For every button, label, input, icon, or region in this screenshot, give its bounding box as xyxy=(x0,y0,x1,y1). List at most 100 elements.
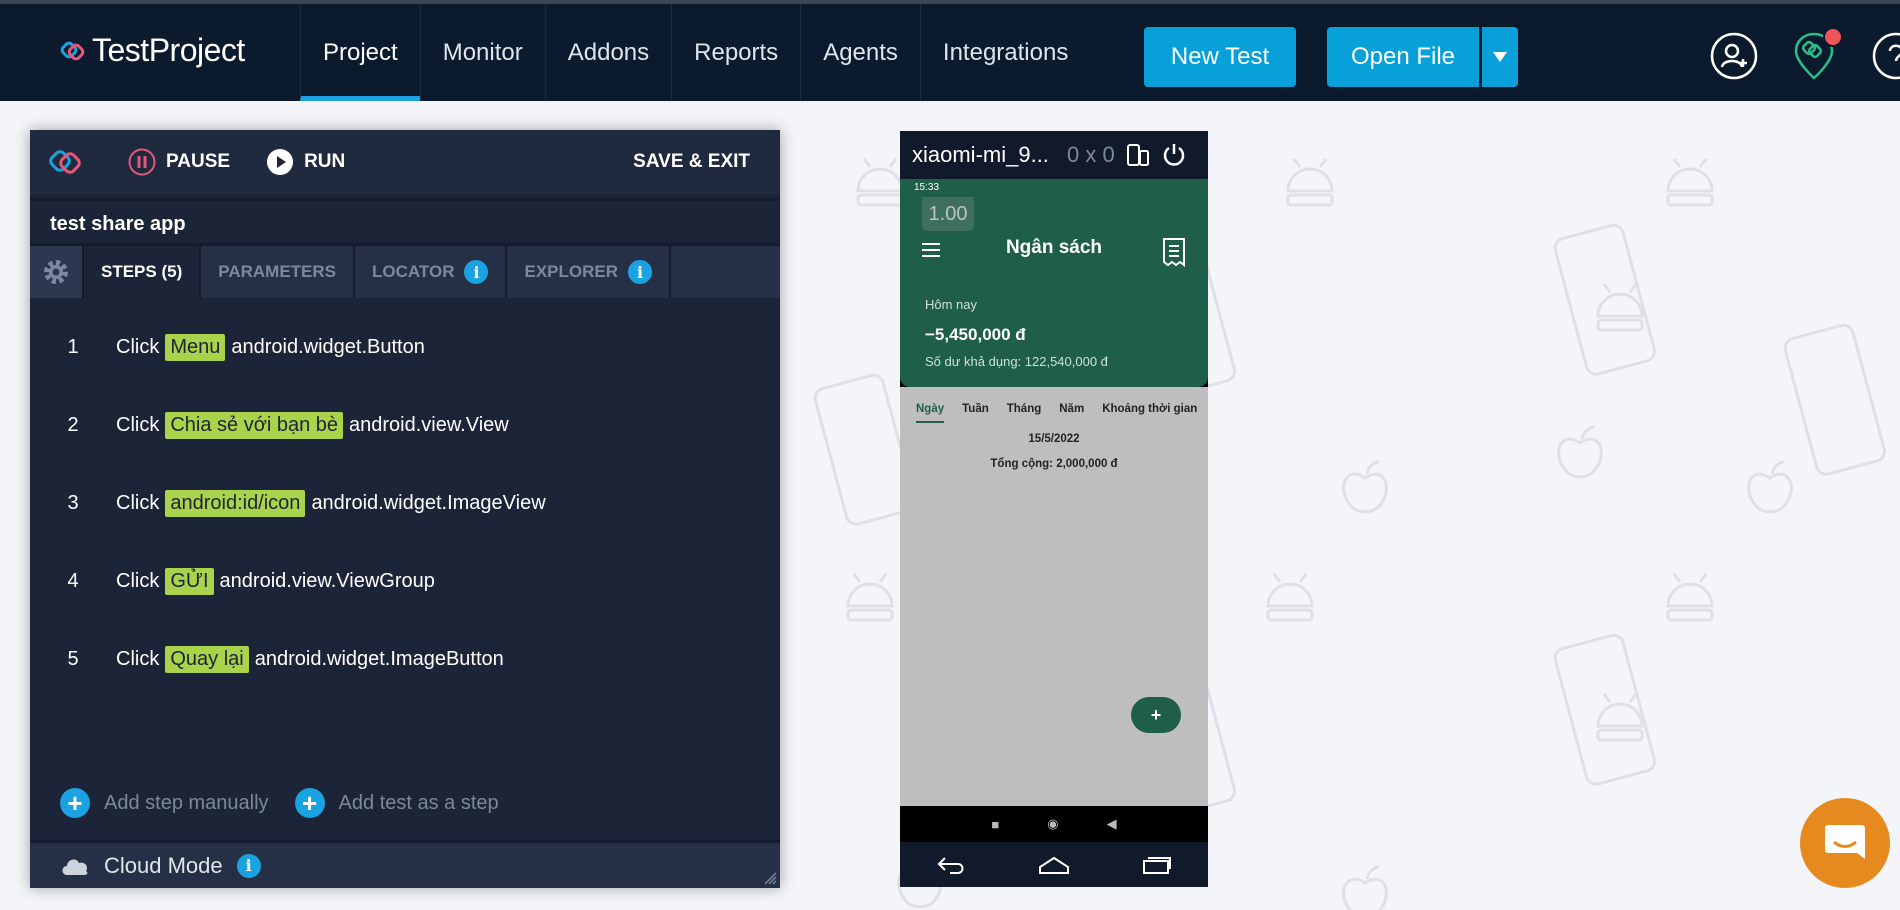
open-file-dropdown-button[interactable] xyxy=(1482,27,1518,87)
back-arrow-icon[interactable] xyxy=(936,855,966,875)
pause-button[interactable]: PAUSE xyxy=(128,148,230,176)
tabs-filler xyxy=(669,246,780,298)
info-icon[interactable]: i xyxy=(236,853,261,878)
step-element-type: android.widget.ImageView xyxy=(311,491,546,514)
settings-tab[interactable] xyxy=(30,246,82,298)
step-element-type: android.view.View xyxy=(349,413,509,436)
tab-parameters[interactable]: PARAMETERS xyxy=(199,246,353,298)
nav-tab-reports[interactable]: Reports xyxy=(671,4,800,101)
device-control-bar xyxy=(900,842,1208,887)
device-header: xiaomi-mi_9... 0 x 0 xyxy=(900,131,1208,179)
rotate-device-icon[interactable] xyxy=(1125,142,1151,168)
step-target: GỬI xyxy=(165,567,214,595)
home-icon[interactable]: ◉ xyxy=(1047,816,1058,832)
step-row[interactable]: 5 Click Quay lại android.widget.ImageBut… xyxy=(30,620,780,698)
step-element-type: android.widget.Button xyxy=(231,335,425,358)
save-exit-button[interactable]: SAVE & EXIT xyxy=(633,151,750,173)
pause-icon xyxy=(128,148,156,176)
add-step-manually-button[interactable]: + Add step manually xyxy=(60,788,269,818)
period-tab-day[interactable]: Ngày xyxy=(916,403,945,423)
nav-tab-monitor[interactable]: Monitor xyxy=(419,4,545,101)
step-target: Quay lại xyxy=(165,645,249,673)
step-target: Chia sẻ với bạn bè xyxy=(165,411,343,439)
add-fab-button[interactable]: + xyxy=(1131,697,1181,733)
chat-icon xyxy=(1825,825,1865,859)
support-chat-button[interactable] xyxy=(1800,798,1890,888)
step-row[interactable]: 1 Click Menu android.widget.Button xyxy=(30,308,780,386)
home-button-icon[interactable] xyxy=(1038,855,1070,875)
recorder-toolbar: PAUSE RUN SAVE & EXIT xyxy=(30,130,780,194)
top-navbar: TestProject Project Monitor Addons Repor… xyxy=(0,0,1900,101)
step-target: Menu xyxy=(165,333,226,361)
recorder-tabs: STEPS (5) PARAMETERS LOCATOR i EXPLORER … xyxy=(30,246,780,298)
help-icon[interactable] xyxy=(1872,32,1900,80)
tab-steps[interactable]: STEPS (5) xyxy=(82,246,200,298)
brand-name: TestProject xyxy=(92,32,245,68)
recent-apps-icon[interactable] xyxy=(1142,855,1172,875)
app-header: 1.00 Ngân sách Hôm nay −5,450,000 đ Số d… xyxy=(900,197,1208,387)
add-step-label: Add step manually xyxy=(104,791,269,814)
period-tab-month[interactable]: Tháng xyxy=(1007,403,1042,423)
step-number: 4 xyxy=(67,569,79,592)
step-number: 1 xyxy=(67,335,79,358)
add-user-icon[interactable] xyxy=(1710,32,1758,80)
info-icon[interactable]: i xyxy=(464,260,489,284)
step-action: Click xyxy=(116,491,160,514)
step-action: Click xyxy=(116,569,160,592)
step-row[interactable]: 3 Click android:id/icon android.widget.I… xyxy=(30,464,780,542)
tab-explorer[interactable]: EXPLORER i xyxy=(505,246,670,298)
add-test-as-step-button[interactable]: + Add test as a step xyxy=(294,788,499,818)
status-time: 15:33 xyxy=(914,182,940,193)
recents-icon[interactable]: ■ xyxy=(991,817,999,832)
open-file-button[interactable]: Open File xyxy=(1327,27,1479,87)
back-icon[interactable]: ◀ xyxy=(1107,816,1117,832)
gear-icon xyxy=(44,260,68,284)
tab-locator-label: LOCATOR xyxy=(372,262,455,281)
testproject-logo[interactable]: TestProject xyxy=(60,32,245,69)
cloud-mode-label: Cloud Mode xyxy=(104,852,223,878)
android-nav-bar: ■ ◉ ◀ xyxy=(900,806,1208,842)
run-button[interactable]: RUN xyxy=(266,148,345,176)
step-element-type: android.view.ViewGroup xyxy=(219,569,435,592)
step-row[interactable]: 4 Click GỬI android.view.ViewGroup xyxy=(30,542,780,620)
step-action: Click xyxy=(116,647,160,670)
step-number: 2 xyxy=(67,413,79,436)
new-test-button[interactable]: New Test xyxy=(1144,27,1296,87)
main-nav-tabs: Project Monitor Addons Reports Agents In… xyxy=(300,4,1090,101)
available-balance: Số dư khả dụng: 122,540,000 đ xyxy=(925,354,1108,369)
add-step-actions: + Add step manually + Add test as a step xyxy=(60,788,499,818)
tab-explorer-label: EXPLORER xyxy=(524,262,619,281)
step-number: 3 xyxy=(67,491,79,514)
receipt-icon[interactable] xyxy=(1162,237,1186,267)
period-tab-week[interactable]: Tuần xyxy=(962,403,989,423)
power-icon[interactable] xyxy=(1161,142,1187,168)
zoom-level: 1.00 xyxy=(922,197,974,231)
selected-date: 15/5/2022 xyxy=(1028,433,1080,445)
step-row[interactable]: 2 Click Chia sẻ với bạn bè android.view.… xyxy=(30,386,780,464)
info-icon[interactable]: i xyxy=(628,260,653,284)
cloud-icon xyxy=(62,858,88,875)
steps-list: 1 Click Menu android.widget.Button 2 Cli… xyxy=(30,298,780,698)
total-amount: Tổng cộng: 2,000,000 đ xyxy=(990,458,1118,470)
nav-tab-project[interactable]: Project xyxy=(300,4,420,101)
nav-tab-agents[interactable]: Agents xyxy=(800,4,920,101)
test-name[interactable]: test share app xyxy=(30,198,780,246)
testproject-logo-icon xyxy=(49,150,81,174)
agent-status-icon[interactable] xyxy=(1792,26,1844,82)
resize-handle-icon[interactable] xyxy=(763,871,777,885)
step-number: 5 xyxy=(67,647,79,670)
period-tab-range[interactable]: Khoảng thời gian xyxy=(1102,403,1197,423)
plus-icon: + xyxy=(294,788,325,818)
nav-tab-addons[interactable]: Addons xyxy=(544,4,671,101)
tab-locator[interactable]: LOCATOR i xyxy=(353,246,506,298)
step-action: Click xyxy=(116,413,160,436)
today-amount: −5,450,000 đ xyxy=(925,325,1026,344)
run-label: RUN xyxy=(304,151,346,172)
device-panel: xiaomi-mi_9... 0 x 0 15:33 1.00 Ngân sác… xyxy=(900,131,1208,887)
test-recorder-panel: PAUSE RUN SAVE & EXIT test share app STE… xyxy=(30,130,780,888)
testproject-logo-icon xyxy=(60,41,85,60)
caret-down-icon xyxy=(1493,52,1507,62)
add-test-label: Add test as a step xyxy=(338,791,499,814)
nav-tab-integrations[interactable]: Integrations xyxy=(919,4,1090,101)
period-tab-year[interactable]: Năm xyxy=(1059,403,1084,423)
